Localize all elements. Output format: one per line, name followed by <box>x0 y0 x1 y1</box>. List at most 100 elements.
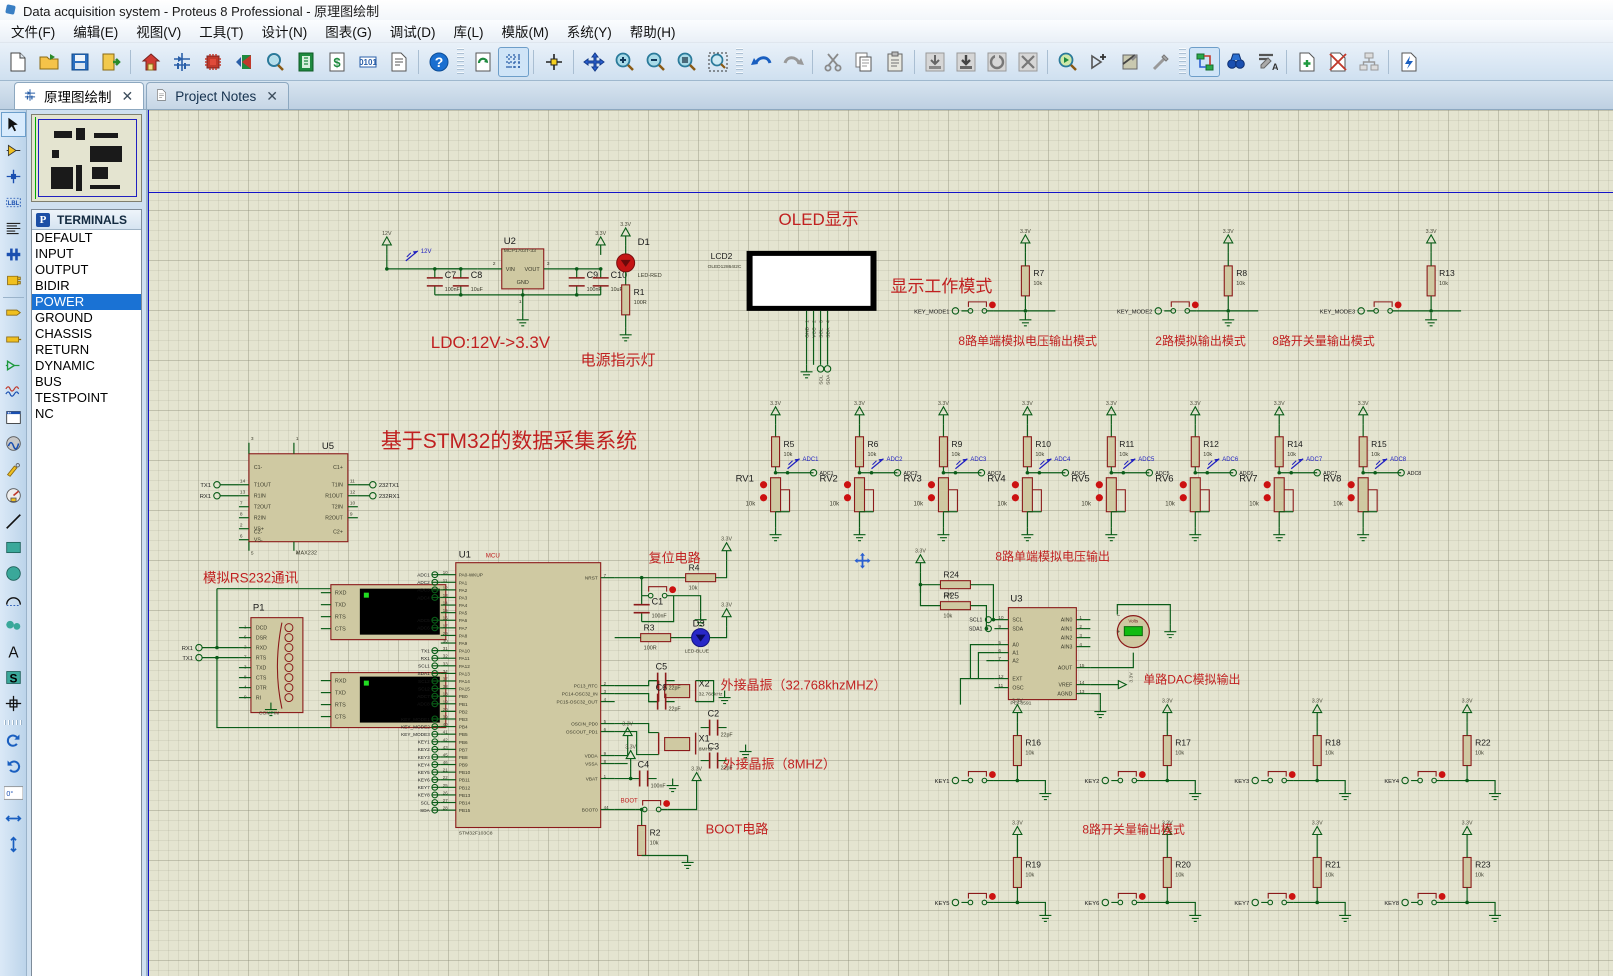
led-ground[interactable] <box>620 335 632 341</box>
adc-pullup-resistor[interactable] <box>1191 437 1199 467</box>
mode-key-pullup[interactable] <box>1427 266 1435 296</box>
schematic-canvas-area[interactable]: 12V12VC7100nFC810uFU2MCP1703T-33VINVOUTG… <box>147 110 1613 976</box>
toolbar-grip[interactable] <box>736 48 743 76</box>
net-terminal[interactable] <box>1102 899 1108 905</box>
key-ground[interactable] <box>1189 915 1201 921</box>
menu-file[interactable]: 文件(F) <box>2 19 64 43</box>
button-pin[interactable] <box>1132 900 1137 905</box>
menu-template[interactable]: 模版(M) <box>493 19 558 43</box>
button-pin[interactable] <box>1418 778 1423 783</box>
button-indicator[interactable] <box>1395 301 1402 308</box>
net-terminal[interactable] <box>1252 777 1258 783</box>
button-indicator[interactable] <box>669 586 676 593</box>
mode-toolbar-grip[interactable] <box>4 720 22 725</box>
pot-increase-button[interactable] <box>1348 481 1355 488</box>
zoom-out-icon[interactable] <box>640 47 671 77</box>
menu-design[interactable]: 设计(N) <box>253 19 317 43</box>
oled-ground[interactable] <box>801 372 813 378</box>
button-pin[interactable] <box>1171 309 1176 314</box>
crystal-x2-ground[interactable] <box>719 698 731 704</box>
power-rail-symbol[interactable] <box>1313 705 1322 713</box>
potentiometer-body[interactable] <box>1022 478 1032 512</box>
key-ground[interactable] <box>1189 794 1201 800</box>
rotation-angle-field[interactable]: 0° <box>1 780 26 805</box>
adc-pullup-resistor[interactable] <box>772 437 780 467</box>
pot-decrease-button[interactable] <box>1264 494 1271 501</box>
button-indicator[interactable] <box>1192 301 1199 308</box>
oled-scl-terminal[interactable] <box>817 366 823 372</box>
potentiometer-body[interactable] <box>938 478 948 512</box>
property-assignment-icon[interactable]: A <box>1251 47 1282 77</box>
object-item-output[interactable]: OUTPUT <box>32 262 141 278</box>
potentiometer-body[interactable] <box>1274 478 1284 512</box>
generator-mode-icon[interactable] <box>1 405 26 430</box>
pot-increase-button[interactable] <box>1264 481 1271 488</box>
mode-key-ground[interactable] <box>1019 320 1031 326</box>
tab-project-notes-close-icon[interactable]: ✕ <box>266 88 278 105</box>
design-explorer-icon[interactable] <box>259 47 290 77</box>
button-indicator[interactable] <box>1289 893 1296 900</box>
pot-decrease-button[interactable] <box>1096 494 1103 501</box>
net-terminal[interactable] <box>1402 899 1408 905</box>
cut-icon[interactable] <box>817 47 848 77</box>
circle-tool-icon[interactable] <box>1 561 26 586</box>
menu-graph[interactable]: 图表(G) <box>316 19 381 43</box>
toggle-grid-icon[interactable] <box>498 47 529 77</box>
menu-view[interactable]: 视图(V) <box>127 19 190 43</box>
subcircuit-mode-icon[interactable] <box>1 268 26 293</box>
potentiometer-body[interactable] <box>1358 478 1368 512</box>
device-pins-mode-icon[interactable] <box>1 327 26 352</box>
menu-tools[interactable]: 工具(T) <box>190 19 252 43</box>
close-project-icon[interactable] <box>95 47 126 77</box>
button-pin[interactable] <box>1118 778 1123 783</box>
marker-tool-icon[interactable] <box>1 483 26 508</box>
net-terminal[interactable] <box>1252 899 1258 905</box>
vbat-ground[interactable] <box>667 786 679 792</box>
key-ground[interactable] <box>1039 915 1051 921</box>
voltmeter-display[interactable] <box>1124 627 1142 636</box>
pcb-layout-icon[interactable] <box>197 47 228 77</box>
zoom-area-icon[interactable] <box>702 47 733 77</box>
tape-recorder-mode-icon[interactable] <box>1 379 26 404</box>
adc-ground[interactable] <box>1189 535 1201 541</box>
power-rail-symbol[interactable] <box>1191 407 1200 415</box>
wire-label-mode-icon[interactable]: LBL <box>1 190 26 215</box>
object-item-power[interactable]: POWER <box>32 294 141 310</box>
menu-debug[interactable]: 调试(D) <box>381 19 445 43</box>
power-rail-symbol[interactable] <box>1224 235 1233 243</box>
menu-edit[interactable]: 编辑(E) <box>64 19 127 43</box>
net-terminal[interactable] <box>1155 308 1161 314</box>
tab-schematic-close-icon[interactable]: ✕ <box>122 88 134 105</box>
button-pin[interactable] <box>968 778 973 783</box>
pot-decrease-button[interactable] <box>844 494 851 501</box>
key-ground[interactable] <box>1039 794 1051 800</box>
button-pin[interactable] <box>982 900 987 905</box>
power-rail-symbol[interactable] <box>1275 407 1284 415</box>
net-terminal[interactable] <box>370 482 376 488</box>
component-mode-icon[interactable] <box>1 138 26 163</box>
button-pin[interactable] <box>1132 778 1137 783</box>
oled-sda-terminal[interactable] <box>824 366 830 372</box>
copy-icon[interactable] <box>848 47 879 77</box>
remove-sheet-icon[interactable] <box>1322 47 1353 77</box>
adc-ground[interactable] <box>937 535 949 541</box>
button-pin[interactable] <box>1388 309 1393 314</box>
power-rail-symbol[interactable] <box>939 407 948 415</box>
net-terminal[interactable] <box>952 308 958 314</box>
button-pin[interactable] <box>968 309 973 314</box>
bom-report-icon[interactable] <box>290 47 321 77</box>
block-delete-icon[interactable] <box>1012 47 1043 77</box>
voltage-probe-mode-icon[interactable] <box>1 431 26 456</box>
schematic-preview[interactable] <box>31 114 142 202</box>
net-terminal[interactable] <box>1102 777 1108 783</box>
resistor-r1[interactable] <box>622 285 630 315</box>
pot-decrease-button[interactable] <box>1180 494 1187 501</box>
mode-key-pullup[interactable] <box>1224 266 1232 296</box>
text-script-mode-icon[interactable] <box>1 216 26 241</box>
net-terminal[interactable] <box>214 493 220 499</box>
adc-ground[interactable] <box>770 535 782 541</box>
search-and-tag-icon[interactable] <box>1220 47 1251 77</box>
key-pullup-resistor[interactable] <box>1463 736 1471 766</box>
potentiometer-body[interactable] <box>1190 478 1200 512</box>
pot-decrease-button[interactable] <box>1348 494 1355 501</box>
